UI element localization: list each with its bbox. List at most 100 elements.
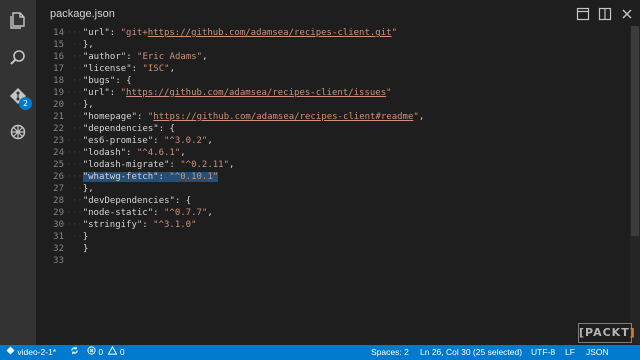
line-number: 28	[53, 196, 64, 206]
code-token: : {	[115, 76, 132, 86]
sync-icon	[70, 345, 79, 360]
code-line[interactable]: 31 ··}	[36, 231, 626, 243]
line-code: ····"url": "https://github.com/adamsea/r…	[61, 87, 392, 99]
line-code: ····"url": "git+https://github.com/adams…	[61, 27, 397, 39]
line-code: ····"lodash": "^4.6.1",	[61, 147, 186, 159]
indentation-status[interactable]: Spaces: 2	[371, 345, 409, 360]
code-token: ,	[207, 136, 213, 146]
code-token: ,	[418, 112, 425, 122]
encoding-status[interactable]: UTF-8	[531, 345, 555, 360]
code-line[interactable]: 30 ····"stringify": "^3.1.0"	[36, 219, 626, 231]
code-token: "git+	[120, 28, 148, 38]
code-token: :	[158, 172, 170, 182]
code-token: :	[142, 220, 154, 230]
code-token: }	[82, 232, 89, 242]
line-content: "devDependencies": {	[83, 196, 191, 206]
code-line[interactable]: 21 ··"homepage": "https://github.com/adam…	[36, 111, 626, 123]
git-icon[interactable]: 2	[6, 84, 32, 110]
code-line[interactable]: 17 ··"license": "ISC",	[36, 63, 626, 75]
close-icon[interactable]	[620, 7, 634, 21]
code-token: },	[82, 184, 94, 194]
indent-whitespace: ··	[72, 100, 83, 110]
code-line[interactable]: 16 ··"author": "Eric Adams",	[36, 51, 626, 63]
line-number: 21	[53, 112, 64, 122]
line-number: 33	[53, 256, 64, 266]
code-token: "dependencies"	[82, 124, 159, 134]
code-token: "^0.2.11"	[180, 160, 230, 170]
error-icon	[87, 345, 96, 360]
debug-icon[interactable]	[6, 120, 30, 144]
packt-logo: [PACKT]	[578, 323, 635, 343]
code-line[interactable]: 19 ····"url": "https://github.com/adamsea…	[36, 87, 626, 99]
line-content: }	[83, 244, 88, 254]
split-editor-icon[interactable]	[598, 7, 612, 21]
line-content: "author": "Eric Adams",	[83, 52, 208, 62]
code-token: "^0.10.1"	[169, 172, 219, 182]
code-token: }	[83, 244, 89, 254]
line-code: ··"devDependencies": {	[72, 195, 191, 207]
code-line[interactable]: 28 ··"devDependencies": {	[36, 195, 626, 207]
code-token: "node-static"	[82, 208, 154, 218]
language-mode-status[interactable]: JSON	[586, 345, 609, 360]
eol-status[interactable]: LF	[565, 345, 575, 360]
code-token: :	[126, 52, 138, 62]
vertical-scrollbar[interactable]	[630, 26, 640, 344]
line-content: "node-static": "^0.7.7",	[83, 208, 213, 218]
search-icon[interactable]	[6, 46, 30, 70]
scrollbar-thumb[interactable]	[631, 26, 639, 236]
line-number: 15	[53, 40, 64, 50]
code-line[interactable]: 20 ··},	[36, 99, 626, 111]
selected-text: "whatwg-fetch": "^0.10.1"	[82, 172, 219, 182]
line-number: 14	[53, 28, 64, 38]
code-token: "ISC"	[142, 64, 170, 74]
url-link[interactable]: https://github.com/adamsea/recipes-clien…	[153, 112, 413, 122]
editor-tab-title[interactable]: package.json	[50, 8, 115, 20]
code-line[interactable]: 32}	[36, 243, 626, 255]
line-number: 22	[53, 124, 64, 134]
code-line[interactable]: 22 ··"dependencies": {	[36, 123, 626, 135]
cursor-position-status[interactable]: Ln 26, Col 30 (25 selected)	[420, 345, 522, 360]
line-number: 27	[53, 184, 64, 194]
problems-status[interactable]: 0 0	[87, 345, 125, 360]
indent-whitespace: ··	[72, 52, 83, 62]
code-token: :	[137, 112, 148, 122]
line-code: ··"bugs": {	[72, 75, 132, 87]
line-code: ··},	[72, 183, 94, 195]
code-token: "Eric Adams"	[137, 52, 203, 62]
code-line[interactable]: 33	[36, 255, 626, 267]
code-token: "^3.1.0"	[153, 220, 197, 230]
activity-bar: 2	[0, 0, 36, 345]
line-content: "stringify": "^3.1.0"	[83, 220, 197, 230]
code-line[interactable]: 25 ····"lodash-migrate": "^0.2.11",	[36, 159, 626, 171]
indent-whitespace: ····	[61, 208, 83, 218]
line-number: 32	[53, 244, 64, 254]
code-line[interactable]: 26 ····"whatwg-fetch": "^0.10.1"	[36, 171, 626, 183]
code-token: "devDependencies"	[82, 196, 175, 206]
code-token: },	[82, 100, 94, 110]
code-editor[interactable]: 14 ····"url": "git+https://github.com/ada…	[36, 26, 640, 344]
code-token: "	[386, 88, 392, 98]
code-line[interactable]: 23 ····"es6-promise": "^3.0.2",	[36, 135, 626, 147]
code-token: :	[126, 148, 137, 158]
indent-whitespace: ····	[61, 28, 83, 38]
open-preview-icon[interactable]	[576, 7, 590, 21]
branch-name: video-2-1*	[17, 347, 57, 357]
code-line[interactable]: 24 ····"lodash": "^4.6.1",	[36, 147, 626, 159]
url-link[interactable]: https://github.com/adamsea/recipes-clien…	[126, 88, 386, 98]
line-content: },	[83, 100, 94, 110]
indent-whitespace: ····	[61, 88, 83, 98]
code-line[interactable]: 29 ····"node-static": "^0.7.7",	[36, 207, 626, 219]
code-line[interactable]: 14 ····"url": "git+https://github.com/ada…	[36, 27, 626, 39]
sync-status[interactable]	[70, 345, 79, 360]
code-line[interactable]: 18 ··"bugs": {	[36, 75, 626, 87]
code-line[interactable]: 15 ··},	[36, 39, 626, 51]
url-link[interactable]: https://github.com/adamsea/recipes-clien…	[148, 28, 392, 38]
code-line[interactable]: 27 ··},	[36, 183, 626, 195]
files-icon[interactable]	[6, 8, 30, 32]
code-token: ,	[180, 148, 186, 158]
line-code: ··"homepage": "https://github.com/adamse…	[72, 111, 424, 123]
code-token: ,	[229, 160, 235, 170]
line-content: "dependencies": {	[83, 124, 175, 134]
line-number: 29	[53, 208, 64, 218]
branch-status[interactable]: video-2-1*	[6, 345, 56, 360]
